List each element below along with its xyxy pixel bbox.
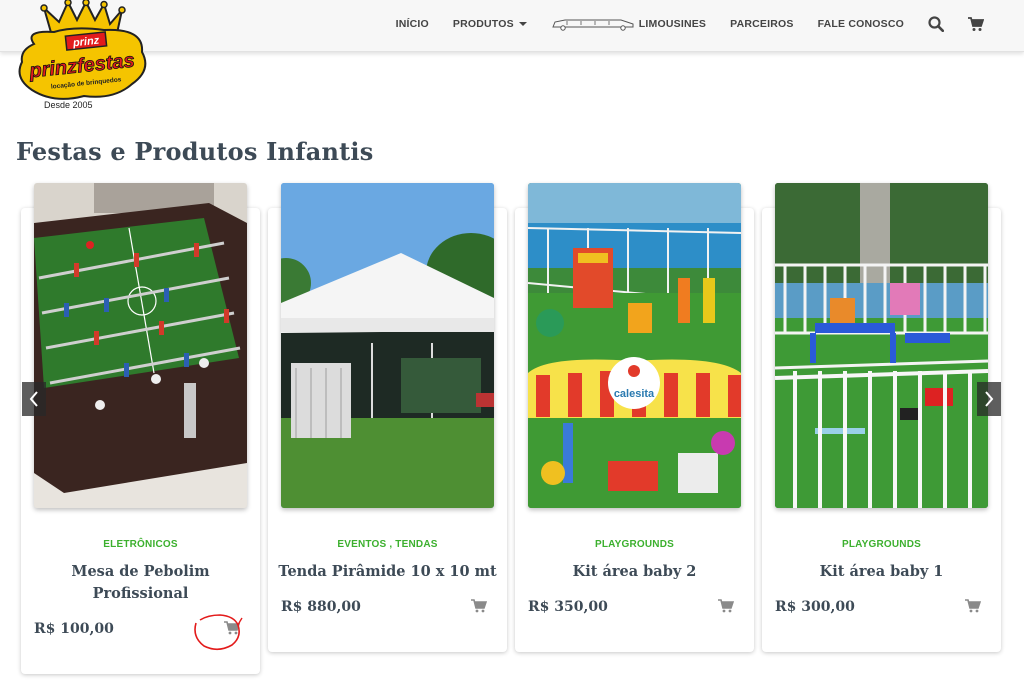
search-icon <box>928 16 944 32</box>
product-price: R$ 300,00 <box>775 599 855 615</box>
add-to-cart-icon[interactable] <box>224 621 240 635</box>
search-button[interactable] <box>928 16 944 32</box>
product-image[interactable] <box>281 183 494 508</box>
svg-text:calesita: calesita <box>614 388 655 400</box>
page-title: Festas e Produtos Infantis <box>16 137 374 166</box>
product-title[interactable]: Tenda Pirâmide 10 x 10 mt <box>278 561 497 583</box>
product-title[interactable]: Kit área baby 2 <box>525 561 744 583</box>
chevron-right-icon <box>985 391 994 407</box>
nav-item-produtos[interactable]: PRODUTOS <box>453 18 527 30</box>
product-image[interactable]: calesita <box>528 183 741 508</box>
product-category[interactable]: PLAYGROUNDS <box>515 539 754 550</box>
chevron-left-icon <box>29 391 38 407</box>
product-card[interactable]: PLAYGROUNDS Kit área baby 1 R$ 300,00 <box>762 183 1001 652</box>
carousel-next-button[interactable] <box>977 382 1001 416</box>
carousel-prev-button[interactable] <box>22 382 46 416</box>
product-image[interactable] <box>34 183 247 508</box>
product-title[interactable]: Mesa de Pebolim Profissional <box>31 561 250 605</box>
baby-playground-kit-image: calesita <box>528 183 741 508</box>
cart-icon <box>968 16 984 31</box>
limousine-icon <box>552 19 634 31</box>
add-to-cart-icon[interactable] <box>471 599 487 613</box>
product-category[interactable]: ELETRÔNICOS <box>21 539 260 550</box>
product-price: R$ 100,00 <box>34 621 114 637</box>
nav-item-parceiros[interactable]: PARCEIROS <box>730 18 793 30</box>
nav-item-inicio[interactable]: INÍCIO <box>396 18 429 30</box>
product-card[interactable]: EVENTOS , TENDAS Tenda Pirâmide 10 x 10 … <box>268 183 507 652</box>
product-category[interactable]: PLAYGROUNDS <box>762 539 1001 550</box>
product-price: R$ 880,00 <box>281 599 361 615</box>
foosball-table-image <box>34 183 247 508</box>
product-title[interactable]: Kit área baby 1 <box>772 561 991 583</box>
add-to-cart-icon[interactable] <box>718 599 734 613</box>
nav-label: PRODUTOS <box>452 18 514 30</box>
nav-item-limousines[interactable]: LIMOUSINES <box>551 17 706 31</box>
nav-label: PARCEIROS <box>730 18 794 30</box>
logo-tagline: Desde 2005 <box>44 100 93 110</box>
product-category[interactable]: EVENTOS , TENDAS <box>268 539 507 550</box>
product-card[interactable]: ELETRÔNICOS Mesa de Pebolim Profissional… <box>21 183 260 674</box>
baby-area-kit-image <box>775 183 988 508</box>
nav-label: LIMOUSINES <box>638 18 707 30</box>
nav-item-fale-conosco[interactable]: FALE CONOSCO <box>818 18 904 30</box>
caret-down-icon <box>518 22 527 26</box>
nav-links: INÍCIO PRODUTOS LIMOUSINES PARCEIROS FAL… <box>372 0 984 48</box>
nav-label: FALE CONOSCO <box>817 18 904 30</box>
product-card[interactable]: calesita PLAYGROUNDS Kit área baby 2 R$ … <box>515 183 754 652</box>
nav-label: INÍCIO <box>395 18 429 30</box>
product-image[interactable] <box>775 183 988 508</box>
pyramid-tent-image <box>281 183 494 508</box>
product-price: R$ 350,00 <box>528 599 608 615</box>
cart-button[interactable] <box>968 16 984 32</box>
add-to-cart-icon[interactable] <box>965 599 981 613</box>
